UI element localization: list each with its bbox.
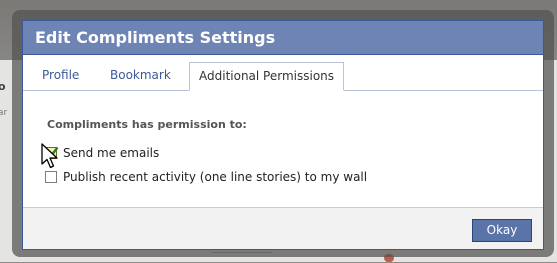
permission-row-send-emails: Send me emails	[45, 145, 159, 161]
arrow-pointer-icon	[41, 143, 58, 169]
dialog-footer	[23, 207, 543, 249]
publish-activity-label: Publish recent activity (one line storie…	[63, 170, 368, 184]
publish-activity-checkbox[interactable]	[45, 170, 57, 183]
tab-bar: Profile Bookmark Additional Permissions	[23, 55, 543, 91]
tab-additional-permissions[interactable]: Additional Permissions	[189, 62, 345, 91]
permission-row-publish-activity: Publish recent activity (one line storie…	[45, 169, 367, 185]
okay-button[interactable]: Okay	[472, 219, 532, 242]
edit-compliments-settings-dialog: Edit Compliments Settings Profile Bookma…	[22, 20, 544, 250]
background-text-fragment: ar	[0, 108, 8, 118]
permissions-heading: Compliments has permission to:	[47, 118, 247, 131]
tab-bookmark[interactable]: Bookmark	[101, 62, 180, 90]
dialog-title: Edit Compliments Settings	[23, 21, 543, 55]
tab-profile[interactable]: Profile	[33, 62, 88, 90]
background-heading-fragment: o	[0, 80, 6, 93]
send-emails-label: Send me emails	[63, 146, 160, 160]
